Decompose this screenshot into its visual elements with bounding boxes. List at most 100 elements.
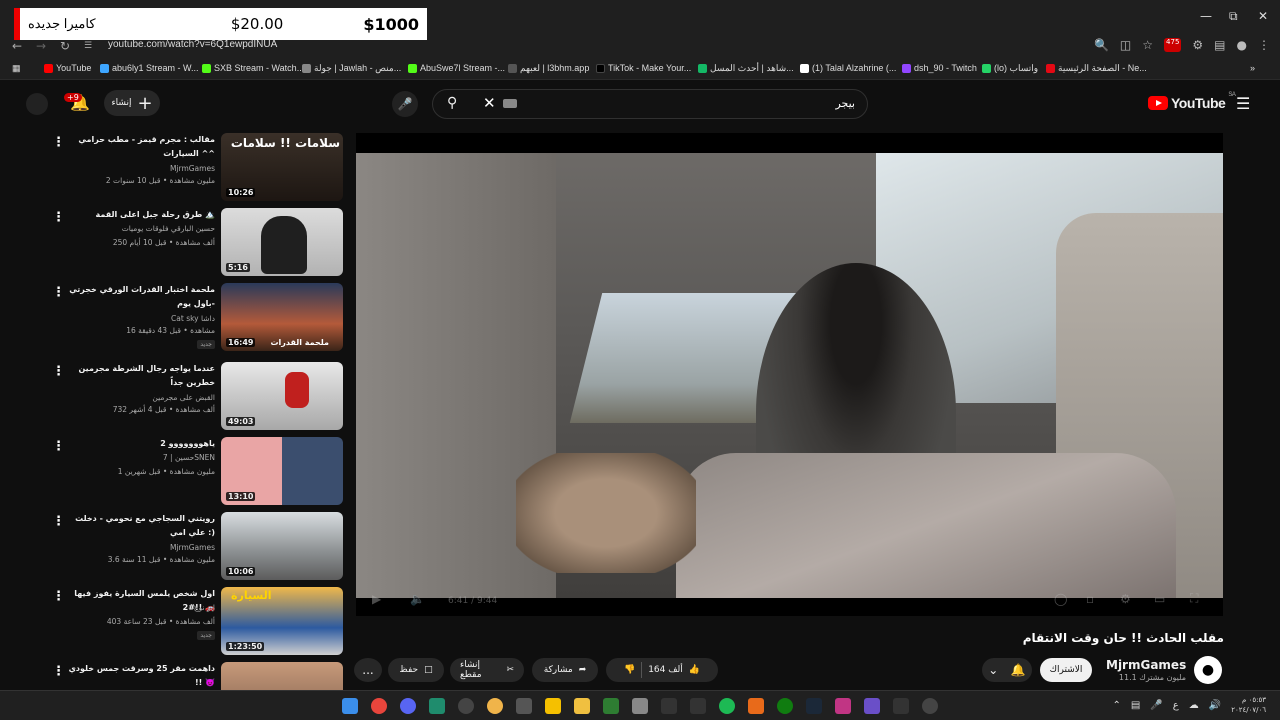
list-item[interactable]: ⋮ اول شخص يلمس السيارة يفوز فيها 🚗 !!#2 … <box>0 585 350 657</box>
spotify-icon[interactable] <box>719 698 735 714</box>
xbox-icon[interactable] <box>777 698 793 714</box>
rec-thumbnail[interactable]: 49:03 <box>221 362 343 430</box>
github-icon[interactable] <box>458 698 474 714</box>
play-icon[interactable]: ▶ <box>372 592 381 606</box>
video-frame[interactable] <box>356 153 1223 598</box>
autoplay-toggle-icon[interactable]: ◯ <box>1054 592 1067 606</box>
list-item[interactable]: ⋮ رويتني السجاجي مع نحومي - دخلت علي امي… <box>0 510 350 582</box>
subscription-bell-button[interactable]: ⌄ 🔔 <box>982 658 1032 682</box>
network-icon[interactable]: ▤ <box>1131 700 1140 711</box>
clip-button[interactable]: إنشاء مقطع ✂ <box>450 658 524 682</box>
reload-icon[interactable]: ↻ <box>60 39 72 53</box>
hamburger-menu-icon[interactable]: ☰ <box>1236 94 1250 113</box>
bookmark-item[interactable]: TikTok - Make Your... <box>596 63 691 73</box>
speaker-icon[interactable]: 🔊 <box>1209 700 1221 711</box>
site-info-icon[interactable]: ☰ <box>84 41 96 51</box>
more-vert-icon[interactable]: ⋮ <box>52 285 65 300</box>
rec-thumbnail[interactable]: 13:10 <box>221 437 343 505</box>
search-icon[interactable]: ⚲ <box>447 95 457 111</box>
theater-mode-icon[interactable]: ▭ <box>1154 592 1165 606</box>
bookmark-item[interactable]: AbuSwe7l Stream -... <box>408 63 505 73</box>
search-box[interactable]: ⚲ ✕ <box>432 89 868 119</box>
chevron-up-icon[interactable]: ⌃ <box>1112 700 1120 711</box>
file-explorer-icon[interactable] <box>574 698 590 714</box>
rec-thumbnail[interactable]: ملحمة القدرات 16:49 <box>221 283 343 351</box>
close-window-icon[interactable]: ✕ <box>1258 9 1268 23</box>
app-icon[interactable] <box>516 698 532 714</box>
more-vert-icon[interactable]: ⋮ <box>52 589 65 604</box>
search-input[interactable] <box>655 97 855 110</box>
chrome-icon[interactable] <box>371 698 387 714</box>
list-item[interactable]: ⋮ داهمت مقر 25 وسرقت جمس خلودي !! 👿 <box>0 660 350 690</box>
rec-channel[interactable]: حسين | 7SNEN <box>65 453 215 462</box>
clear-search-icon[interactable]: ✕ <box>483 94 496 112</box>
list-item[interactable]: ⋮ عندما يواجه رجال الشرطة مجرمين خطرين ج… <box>0 360 350 432</box>
extensions-icon[interactable]: ⚙ <box>1192 38 1203 52</box>
rec-channel[interactable]: ابو نوح <box>65 603 215 612</box>
channel-avatar[interactable]: ● <box>1194 656 1222 684</box>
excel-icon[interactable] <box>603 698 619 714</box>
chrome-menu-icon[interactable]: ⋮ <box>1258 38 1270 52</box>
apps-icon[interactable]: ▦ <box>12 63 21 74</box>
more-vert-icon[interactable]: ⋮ <box>52 439 65 454</box>
app-icon[interactable] <box>864 698 880 714</box>
voice-search-icon[interactable]: 🎤 <box>392 91 418 117</box>
bookmark-item[interactable]: لعبهم | l3bhm.app <box>508 63 589 74</box>
rec-thumbnail[interactable]: 5:16 <box>221 208 343 276</box>
back-icon[interactable]: ← <box>12 39 24 53</box>
more-vert-icon[interactable]: ⋮ <box>52 135 65 150</box>
rec-channel[interactable]: MjrmGames <box>65 164 215 173</box>
rec-title[interactable]: داهمت مقر 25 وسرقت جمس خلودي !! 👿 <box>65 662 215 690</box>
bookmark-item[interactable]: SXB Stream - Watch... <box>202 63 304 73</box>
bookmark-star-icon[interactable]: ☆ <box>1142 38 1153 52</box>
list-item[interactable]: ⋮ مقالب : مجرم قيمز - مطب حرامي السيارات… <box>0 131 350 203</box>
channel-name[interactable]: MjrmGames <box>1106 658 1186 672</box>
rec-channel[interactable]: القبض على مجرمين <box>65 393 215 402</box>
list-item[interactable]: ⋮ ياهووووووو 2 حسين | 7SNEN 1 مليون مشاه… <box>0 435 350 507</box>
instagram-icon[interactable] <box>835 698 851 714</box>
app-icon[interactable] <box>661 698 677 714</box>
bookmark-item[interactable]: dsh_90 - Twitch <box>902 63 977 73</box>
bookmark-item[interactable]: شاهد | أحدث المسل... <box>698 63 794 74</box>
app-icon[interactable] <box>893 698 909 714</box>
steam-icon[interactable] <box>806 698 822 714</box>
sidebar-icon[interactable]: ▤ <box>1214 38 1225 52</box>
more-vert-icon[interactable]: ⋮ <box>52 514 65 529</box>
fullscreen-icon[interactable]: ⛶ <box>1190 591 1198 606</box>
bookmark-item[interactable]: abu6ly1 Stream - W... <box>100 63 199 73</box>
settings-icon[interactable]: ⚙ <box>1120 592 1131 606</box>
dislike-icon[interactable]: 👎 <box>624 665 635 675</box>
like-icon[interactable]: 👍 <box>689 665 700 675</box>
app-icon[interactable] <box>429 698 445 714</box>
start-icon[interactable] <box>342 698 358 714</box>
more-vert-icon[interactable]: ⋮ <box>52 364 65 379</box>
language-indicator[interactable]: ع <box>1173 700 1179 711</box>
store-icon[interactable] <box>632 698 648 714</box>
rec-title[interactable]: مقالب : مجرم قيمز - مطب حرامي السيارات ^… <box>65 133 215 161</box>
forward-icon[interactable]: → <box>36 39 48 53</box>
bookmark-item[interactable]: YouTube <box>44 63 91 73</box>
rec-title[interactable]: رويتني السجاجي مع نحومي - دخلت علي امي :… <box>65 512 215 540</box>
extension-badge[interactable]: 475 <box>1164 38 1182 52</box>
restore-icon[interactable]: ⧉ <box>1229 9 1238 24</box>
minimize-icon[interactable]: — <box>1200 9 1212 23</box>
app-icon[interactable] <box>545 698 561 714</box>
discord-icon[interactable] <box>400 698 416 714</box>
bookmark-item[interactable]: (lo) واتساب <box>982 63 1038 74</box>
rec-channel[interactable]: MjrmGames <box>65 543 215 552</box>
more-vert-icon[interactable]: ⋮ <box>52 664 65 679</box>
app-icon[interactable] <box>922 698 938 714</box>
more-vert-icon[interactable]: ⋮ <box>52 210 65 225</box>
rec-title[interactable]: طرق رحلة جبل اعلى القمة 🏔️ <box>65 208 216 222</box>
rec-title[interactable]: ملحمة اختبار القدرات الورقي خجرتي باول ي… <box>65 283 215 311</box>
video-player[interactable]: ▶ 🔈 6:41 / 9:44 ◯ ▫ ⚙ ▭ ⛶ <box>356 133 1223 616</box>
mic-tray-icon[interactable]: 🎤 <box>1150 700 1162 711</box>
bookmark-item[interactable]: جولة | Jawlah - منص... <box>302 63 401 74</box>
captions-icon[interactable]: ▫ <box>1086 592 1094 606</box>
account-avatar[interactable] <box>26 93 48 115</box>
volume-icon[interactable]: 🔈 <box>410 592 425 606</box>
wifi-icon[interactable]: ☁ <box>1189 700 1199 711</box>
create-button[interactable]: إنشاء + <box>104 90 160 116</box>
rec-channel[interactable]: Cat sky داشا <box>65 314 215 323</box>
clock[interactable]: ٠٥:٥٣ م ٢٠٢٤/٠٧/٠٦ <box>1231 695 1266 715</box>
